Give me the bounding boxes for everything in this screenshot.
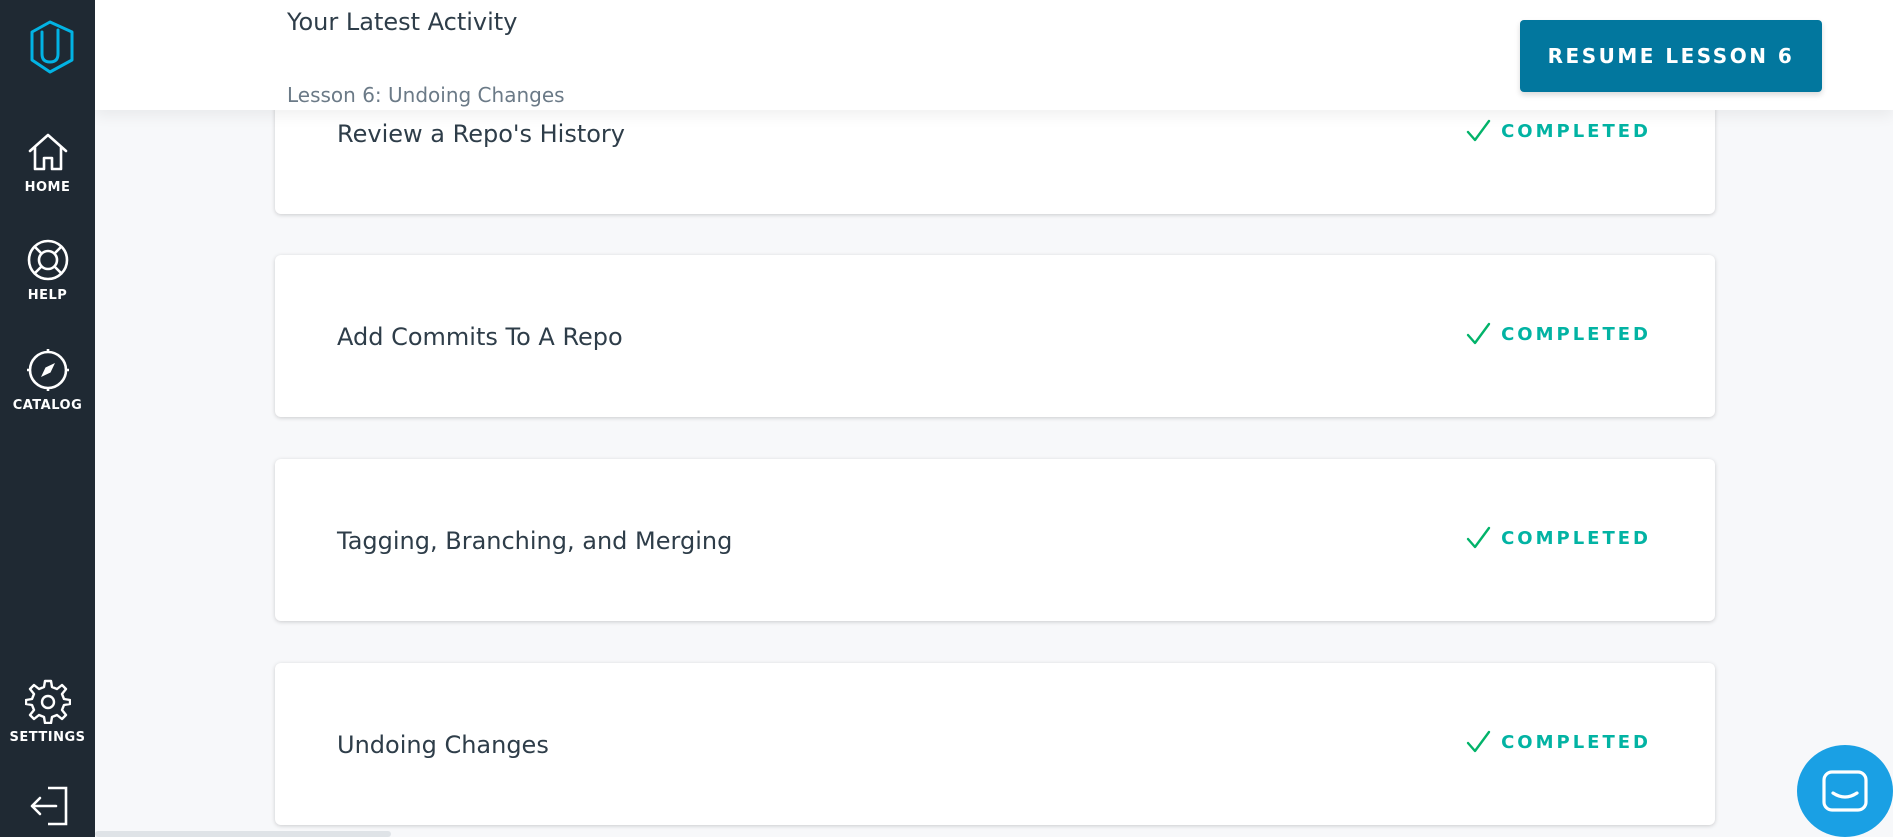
latest-activity-header: Your Latest Activity Lesson 6: Undoing C…	[95, 0, 1893, 110]
chat-icon	[1822, 770, 1868, 812]
lesson-card[interactable]: Add Commits To A Repo COMPLETED	[275, 255, 1715, 417]
status-badge: COMPLETED	[1465, 729, 1651, 755]
nav-logout[interactable]	[0, 786, 95, 826]
status-label: COMPLETED	[1501, 120, 1651, 142]
status-badge: COMPLETED	[1465, 525, 1651, 551]
check-icon	[1466, 322, 1491, 345]
resume-lesson-button[interactable]: RESUME LESSON 6	[1520, 20, 1822, 92]
sidebar: HOME HELP CATALOG SETTINGS	[0, 0, 95, 837]
lesson-title: Tagging, Branching, and Merging	[337, 527, 733, 555]
lesson-card[interactable]: Tagging, Branching, and Merging COMPLETE…	[275, 459, 1715, 621]
lesson-title: Undoing Changes	[337, 731, 549, 759]
udacity-logo[interactable]	[26, 20, 78, 74]
nav-catalog[interactable]: CATALOG	[0, 348, 95, 413]
gear-icon	[24, 679, 71, 724]
nav-home-label: HOME	[24, 180, 71, 195]
nav-home[interactable]: HOME	[0, 130, 95, 195]
lesson-title: Review a Repo's History	[337, 120, 625, 148]
page-title: Your Latest Activity	[287, 8, 518, 36]
compass-icon	[26, 349, 69, 391]
horizontal-scrollbar[interactable]	[95, 831, 391, 837]
home-icon	[28, 133, 67, 171]
status-label: COMPLETED	[1501, 527, 1651, 549]
nav-help[interactable]: HELP	[0, 238, 95, 303]
chat-launcher-button[interactable]	[1797, 745, 1893, 837]
lesson-title: Add Commits To A Repo	[337, 323, 623, 351]
lesson-card[interactable]: Undoing Changes COMPLETED	[275, 663, 1715, 825]
latest-lesson-subtitle: Lesson 6: Undoing Changes	[287, 83, 565, 107]
nav-settings-label: SETTINGS	[9, 730, 86, 745]
nav-catalog-label: CATALOG	[12, 398, 83, 413]
status-label: COMPLETED	[1501, 731, 1651, 753]
logout-icon	[30, 786, 67, 826]
check-icon	[1466, 526, 1491, 549]
status-badge: COMPLETED	[1465, 321, 1651, 347]
status-label: COMPLETED	[1501, 323, 1651, 345]
nav-settings[interactable]: SETTINGS	[0, 678, 95, 745]
check-icon	[1466, 119, 1491, 142]
check-icon	[1466, 730, 1491, 753]
nav-help-label: HELP	[27, 288, 68, 303]
status-badge: COMPLETED	[1465, 118, 1651, 144]
lifebuoy-icon	[27, 239, 68, 281]
